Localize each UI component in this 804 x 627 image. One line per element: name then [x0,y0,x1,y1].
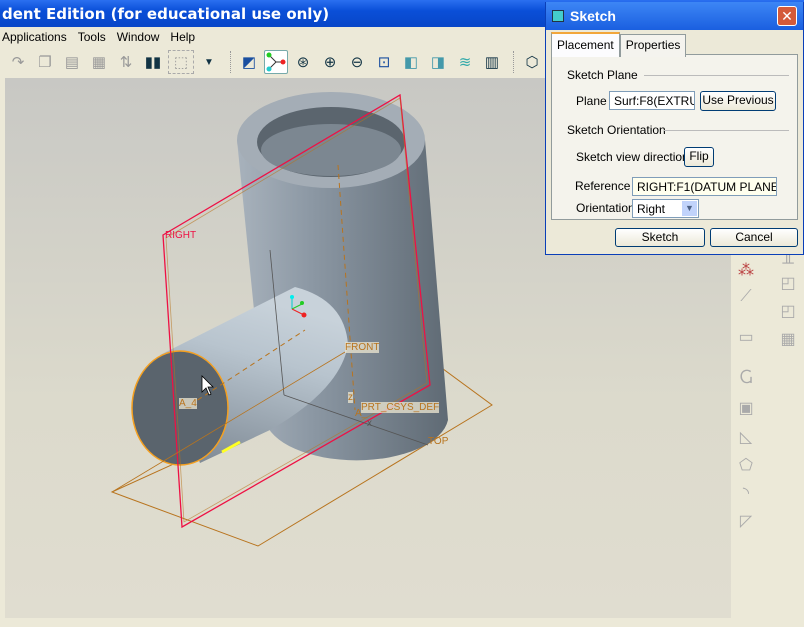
dialog-title-bar[interactable]: Sketch [546,2,803,30]
shell-icon[interactable]: ▣ [735,398,757,420]
paste-special-icon[interactable]: ▦ [87,50,111,74]
paste-icon[interactable]: ▤ [60,50,84,74]
view-manager-icon[interactable]: ▥ [480,50,504,74]
datum-csys-icon[interactable]: ◰ [777,301,799,323]
copy-icon[interactable]: ❐ [33,50,57,74]
plane-label: Plane [576,94,607,108]
datum-display-icon[interactable]: ⁂ [735,260,757,282]
draft-icon[interactable]: ⬠ [735,455,757,477]
top-plane-label[interactable]: TOP [428,436,448,447]
dialog-tabs: Placement Properties [551,32,687,57]
saved-views-icon[interactable]: ◨ [426,50,450,74]
view-direction-label: Sketch view direction [576,150,689,164]
round-icon[interactable]: ◝ [735,483,757,505]
chamfer-icon[interactable]: ◸ [735,511,757,533]
csys-x-label: x [367,418,372,429]
dropdown-arrow-icon[interactable]: ▼ [197,50,221,74]
repaint-icon[interactable]: ◩ [237,50,261,74]
display-style-icon[interactable]: ⬡ [520,50,544,74]
menu-applications[interactable]: Applications [0,30,72,47]
tab-properties[interactable]: Properties [619,34,687,57]
orientation-select[interactable]: Right ▼ [632,199,699,218]
sketch-plane-heading: Sketch Plane [567,68,638,82]
layers-icon[interactable]: ≋ [453,50,477,74]
pattern-icon[interactable]: ▦ [777,329,799,351]
right-plane-label[interactable]: RIGHT [165,230,196,241]
feature-toolbar: ⁂ ⟋ ▭ Ⴚ ▣ ◺ ⬠ ◝ ◸ ╨ ◰ ◰ ▦ [731,255,804,618]
sketch-dialog: Sketch ✕ Sketch Plane Plane Surf:F8(EXTR… [545,2,804,255]
front-plane-label[interactable]: FRONT [345,342,380,353]
toolbar-separator [230,51,231,73]
csys-label[interactable]: PRT_CSYS_DEF [361,402,440,413]
datum-axis-icon[interactable]: ⟋ [735,288,757,310]
menu-help[interactable]: Help [168,30,200,47]
tab-placement[interactable]: Placement [551,32,620,57]
datum-point-icon[interactable]: ◰ [777,273,799,295]
orient-icon[interactable]: ⊛ [291,50,315,74]
flip-button[interactable]: Flip [684,147,714,167]
sketch-tool-icon[interactable]: ▭ [735,327,757,349]
sketch-orientation-heading: Sketch Orientation [567,123,666,137]
sketch-icon [552,10,564,22]
toolbar-separator [513,51,514,73]
zoom-in-icon[interactable]: ⊕ [318,50,342,74]
window-title: dent Edition (for educational use only) [2,5,330,23]
dialog-title: Sketch [570,8,616,24]
zoom-out-icon[interactable]: ⊖ [345,50,369,74]
spin-center-icon[interactable] [264,50,288,74]
orientation-label: Orientation [576,201,635,215]
axis-label[interactable]: A_4 [179,398,197,409]
sketch-button[interactable]: Sketch [615,228,705,247]
placement-panel: Sketch Plane Plane Surf:F8(EXTRU. Use Pr… [551,54,798,220]
chevron-down-icon[interactable]: ▼ [682,201,697,216]
hole-icon[interactable]: Ⴚ [735,368,757,390]
close-button[interactable]: ✕ [777,6,797,26]
regenerate-icon[interactable]: ⇅ [114,50,138,74]
status-bar [0,618,804,627]
plane-field[interactable]: Surf:F8(EXTRU. [609,91,695,110]
csys-z-label: z [348,392,353,403]
reorient-icon[interactable]: ◧ [399,50,423,74]
menu-tools[interactable]: Tools [76,30,111,47]
orientation-value: Right [637,202,666,216]
reference-label: Reference [575,179,631,193]
rib-icon[interactable]: ◺ [735,427,757,449]
reference-field[interactable]: RIGHT:F1(DATUM PLANE) [632,177,777,196]
use-previous-button[interactable]: Use Previous [700,91,776,111]
find-icon[interactable]: ▮▮ [141,50,165,74]
cancel-button[interactable]: Cancel [710,228,798,247]
redo-icon[interactable]: ↷ [6,50,30,74]
refit-icon[interactable]: ⊡ [372,50,396,74]
menu-window[interactable]: Window [115,30,165,47]
select-box-icon[interactable]: ⬚ [168,50,194,74]
